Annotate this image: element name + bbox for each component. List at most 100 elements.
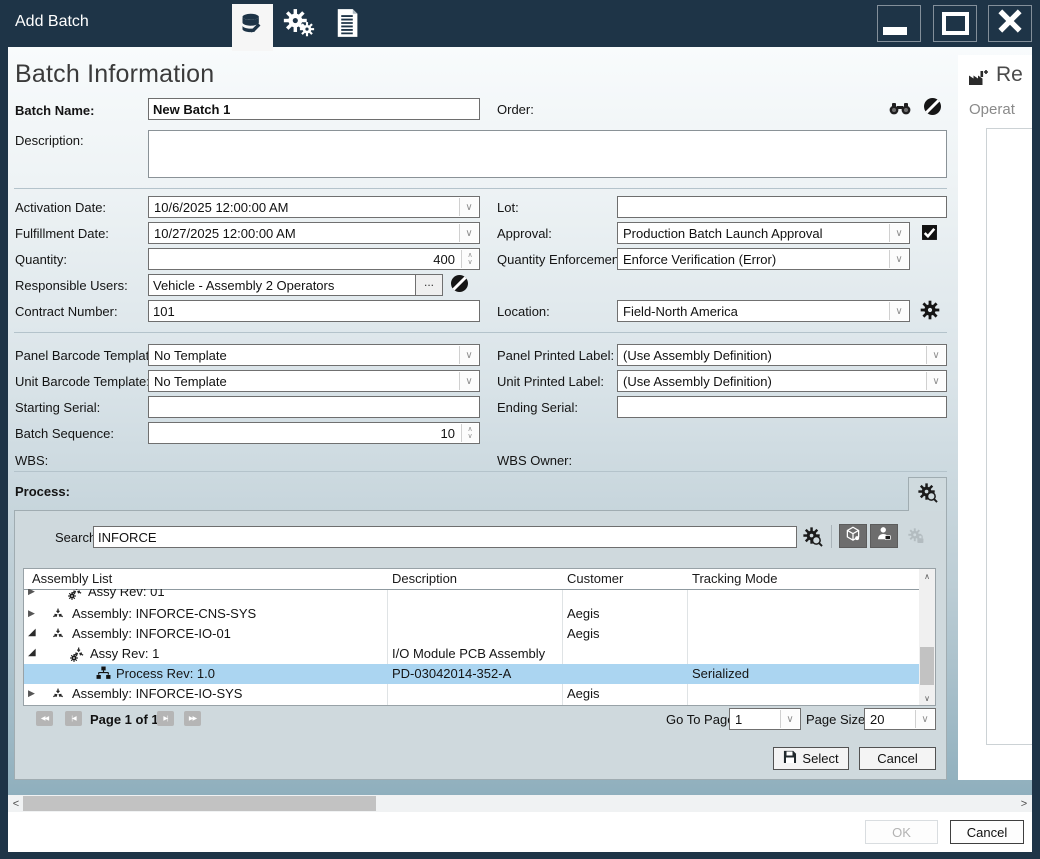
separator <box>14 332 947 333</box>
next-page-button[interactable]: ▶| <box>157 711 174 726</box>
separator <box>14 188 947 189</box>
process-cancel-button[interactable]: Cancel <box>859 747 936 770</box>
chevron-down-icon[interactable]: ∨ <box>459 224 478 242</box>
chevron-down-icon[interactable]: ∨ <box>459 198 478 216</box>
gear-lock-disabled-icon <box>907 527 926 551</box>
panel-printed-label-label: Panel Printed Label: <box>497 348 614 363</box>
lot-input[interactable] <box>617 196 947 218</box>
ending-serial-input[interactable] <box>617 396 947 418</box>
approval-check-icon[interactable] <box>921 224 938 246</box>
table-row[interactable]: ▶ Assembly: INFORCE-IO-SYS Aegis <box>24 684 919 704</box>
column-customer[interactable]: Customer <box>567 571 623 586</box>
minimize-button[interactable] <box>877 5 921 42</box>
separator <box>14 471 947 472</box>
chevron-down-icon[interactable]: ∨ <box>915 710 934 728</box>
page-indicator: Page 1 of 1 <box>90 712 159 727</box>
unit-barcode-template-value: No Template <box>154 374 227 389</box>
horizontal-scrollbar[interactable]: < > <box>8 795 1032 812</box>
responsible-users-browse-button[interactable]: ... <box>415 274 443 296</box>
last-page-button[interactable]: ▶▶ <box>184 711 201 726</box>
batch-data-tool-button[interactable] <box>232 4 273 51</box>
expander-expanded-icon[interactable]: ◢ <box>28 647 36 658</box>
previous-page-button[interactable]: |◀ <box>65 711 82 726</box>
lot-label: Lot: <box>497 200 519 215</box>
go-to-page-combo[interactable]: 1 ∨ <box>729 708 801 730</box>
scrollbar-thumb[interactable] <box>23 796 376 811</box>
select-button[interactable]: Select <box>773 747 849 770</box>
document-tool-button[interactable] <box>329 9 365 41</box>
scrollbar-thumb[interactable] <box>920 647 934 685</box>
process-rev-icon <box>96 666 111 684</box>
contract-number-input[interactable] <box>148 300 480 322</box>
quantity-enforcement-combo[interactable]: Enforce Verification (Error) ∨ <box>617 248 910 270</box>
operator-list[interactable] <box>986 128 1032 745</box>
column-description[interactable]: Description <box>392 571 457 586</box>
activation-date-value: 10/6/2025 12:00:00 AM <box>154 200 288 215</box>
close-button[interactable] <box>988 5 1032 42</box>
scroll-left-icon[interactable]: < <box>8 795 24 812</box>
binoculars-icon[interactable] <box>888 101 912 120</box>
maximize-button[interactable] <box>933 5 977 42</box>
page-title: Batch Information <box>15 60 214 89</box>
panel-barcode-template-label: Panel Barcode Template: <box>15 348 160 363</box>
spinner-arrows-icon[interactable]: ∧∨ <box>461 250 478 268</box>
chevron-down-icon[interactable]: ∨ <box>926 372 945 390</box>
scroll-down-icon[interactable]: ∨ <box>919 691 935 705</box>
batch-name-input[interactable] <box>148 98 480 120</box>
expander-collapsed-icon[interactable]: ▶ <box>28 688 35 699</box>
gear-search-icon[interactable] <box>802 526 823 552</box>
approval-combo[interactable]: Production Batch Launch Approval ∨ <box>617 222 910 244</box>
ok-button[interactable]: OK <box>865 820 938 844</box>
spinner-arrows-icon[interactable]: ∧∨ <box>461 424 478 442</box>
filter-operators-button[interactable] <box>870 524 898 548</box>
starting-serial-input[interactable] <box>148 396 480 418</box>
chevron-down-icon[interactable]: ∨ <box>459 372 478 390</box>
panel-barcode-template-combo[interactable]: No Template ∨ <box>148 344 480 366</box>
fulfillment-date-combo[interactable]: 10/27/2025 12:00:00 AM ∨ <box>148 222 480 244</box>
starting-serial-label: Starting Serial: <box>15 400 100 415</box>
activation-date-combo[interactable]: 10/6/2025 12:00:00 AM ∨ <box>148 196 480 218</box>
chevron-down-icon[interactable]: ∨ <box>889 302 908 320</box>
settings-tool-button[interactable] <box>281 9 317 41</box>
table-row-selected[interactable]: Process Rev: 1.0 PD-03042014-352-A Seria… <box>24 664 919 684</box>
fulfillment-date-value: 10/27/2025 12:00:00 AM <box>154 226 296 241</box>
quantity-stepper[interactable]: 400 ∧∨ <box>148 248 480 270</box>
column-tracking-mode[interactable]: Tracking Mode <box>692 571 778 586</box>
table-row[interactable]: ▶ Assembly: INFORCE-CNS-SYS Aegis <box>24 604 919 624</box>
panel-printed-label-combo[interactable]: (Use Assembly Definition) ∨ <box>617 344 947 366</box>
location-settings-gear-icon[interactable] <box>920 300 940 325</box>
process-settings-tab[interactable] <box>908 477 947 511</box>
quantity-enforcement-label: Quantity Enforcement: <box>497 252 626 267</box>
filter-assemblies-button[interactable] <box>839 524 867 548</box>
chevron-down-icon[interactable]: ∨ <box>780 710 799 728</box>
table-row[interactable]: ◢ Assy Rev: 1 I/O Module PCB Assembly <box>24 644 919 664</box>
save-icon <box>783 750 797 767</box>
batch-sequence-stepper[interactable]: 10 ∧∨ <box>148 422 480 444</box>
scroll-up-icon[interactable]: ∧ <box>919 569 935 583</box>
scroll-right-icon[interactable]: > <box>1016 795 1032 812</box>
column-assembly-list[interactable]: Assembly List <box>32 571 112 586</box>
cancel-button[interactable]: Cancel <box>950 820 1024 844</box>
search-input[interactable] <box>93 526 797 548</box>
chevron-down-icon[interactable]: ∨ <box>889 224 908 242</box>
chevron-down-icon[interactable]: ∨ <box>889 250 908 268</box>
first-page-button[interactable]: ◀◀ <box>36 711 53 726</box>
expander-collapsed-icon[interactable]: ▶ <box>28 589 35 597</box>
page-size-combo[interactable]: 20 ∨ <box>864 708 936 730</box>
clear-order-icon[interactable] <box>924 98 941 120</box>
table-row[interactable]: ▶ Assy Rev: 01 <box>24 589 919 604</box>
table-row[interactable]: ◢ Assembly: INFORCE-IO-01 Aegis <box>24 624 919 644</box>
wbs-label: WBS: <box>15 453 48 468</box>
location-combo[interactable]: Field-North America ∨ <box>617 300 910 322</box>
unit-barcode-template-label: Unit Barcode Template: <box>15 374 150 389</box>
expander-collapsed-icon[interactable]: ▶ <box>28 608 35 619</box>
table-scrollbar[interactable]: ∧ ∨ <box>919 569 935 705</box>
unit-barcode-template-combo[interactable]: No Template ∨ <box>148 370 480 392</box>
clear-responsible-users-icon[interactable] <box>451 275 468 297</box>
chevron-down-icon[interactable]: ∨ <box>926 346 945 364</box>
description-input[interactable] <box>148 130 947 178</box>
unit-printed-label-combo[interactable]: (Use Assembly Definition) ∨ <box>617 370 947 392</box>
expander-expanded-icon[interactable]: ◢ <box>28 627 36 638</box>
responsible-users-field[interactable]: Vehicle - Assembly 2 Operators <box>148 274 416 296</box>
chevron-down-icon[interactable]: ∨ <box>459 346 478 364</box>
